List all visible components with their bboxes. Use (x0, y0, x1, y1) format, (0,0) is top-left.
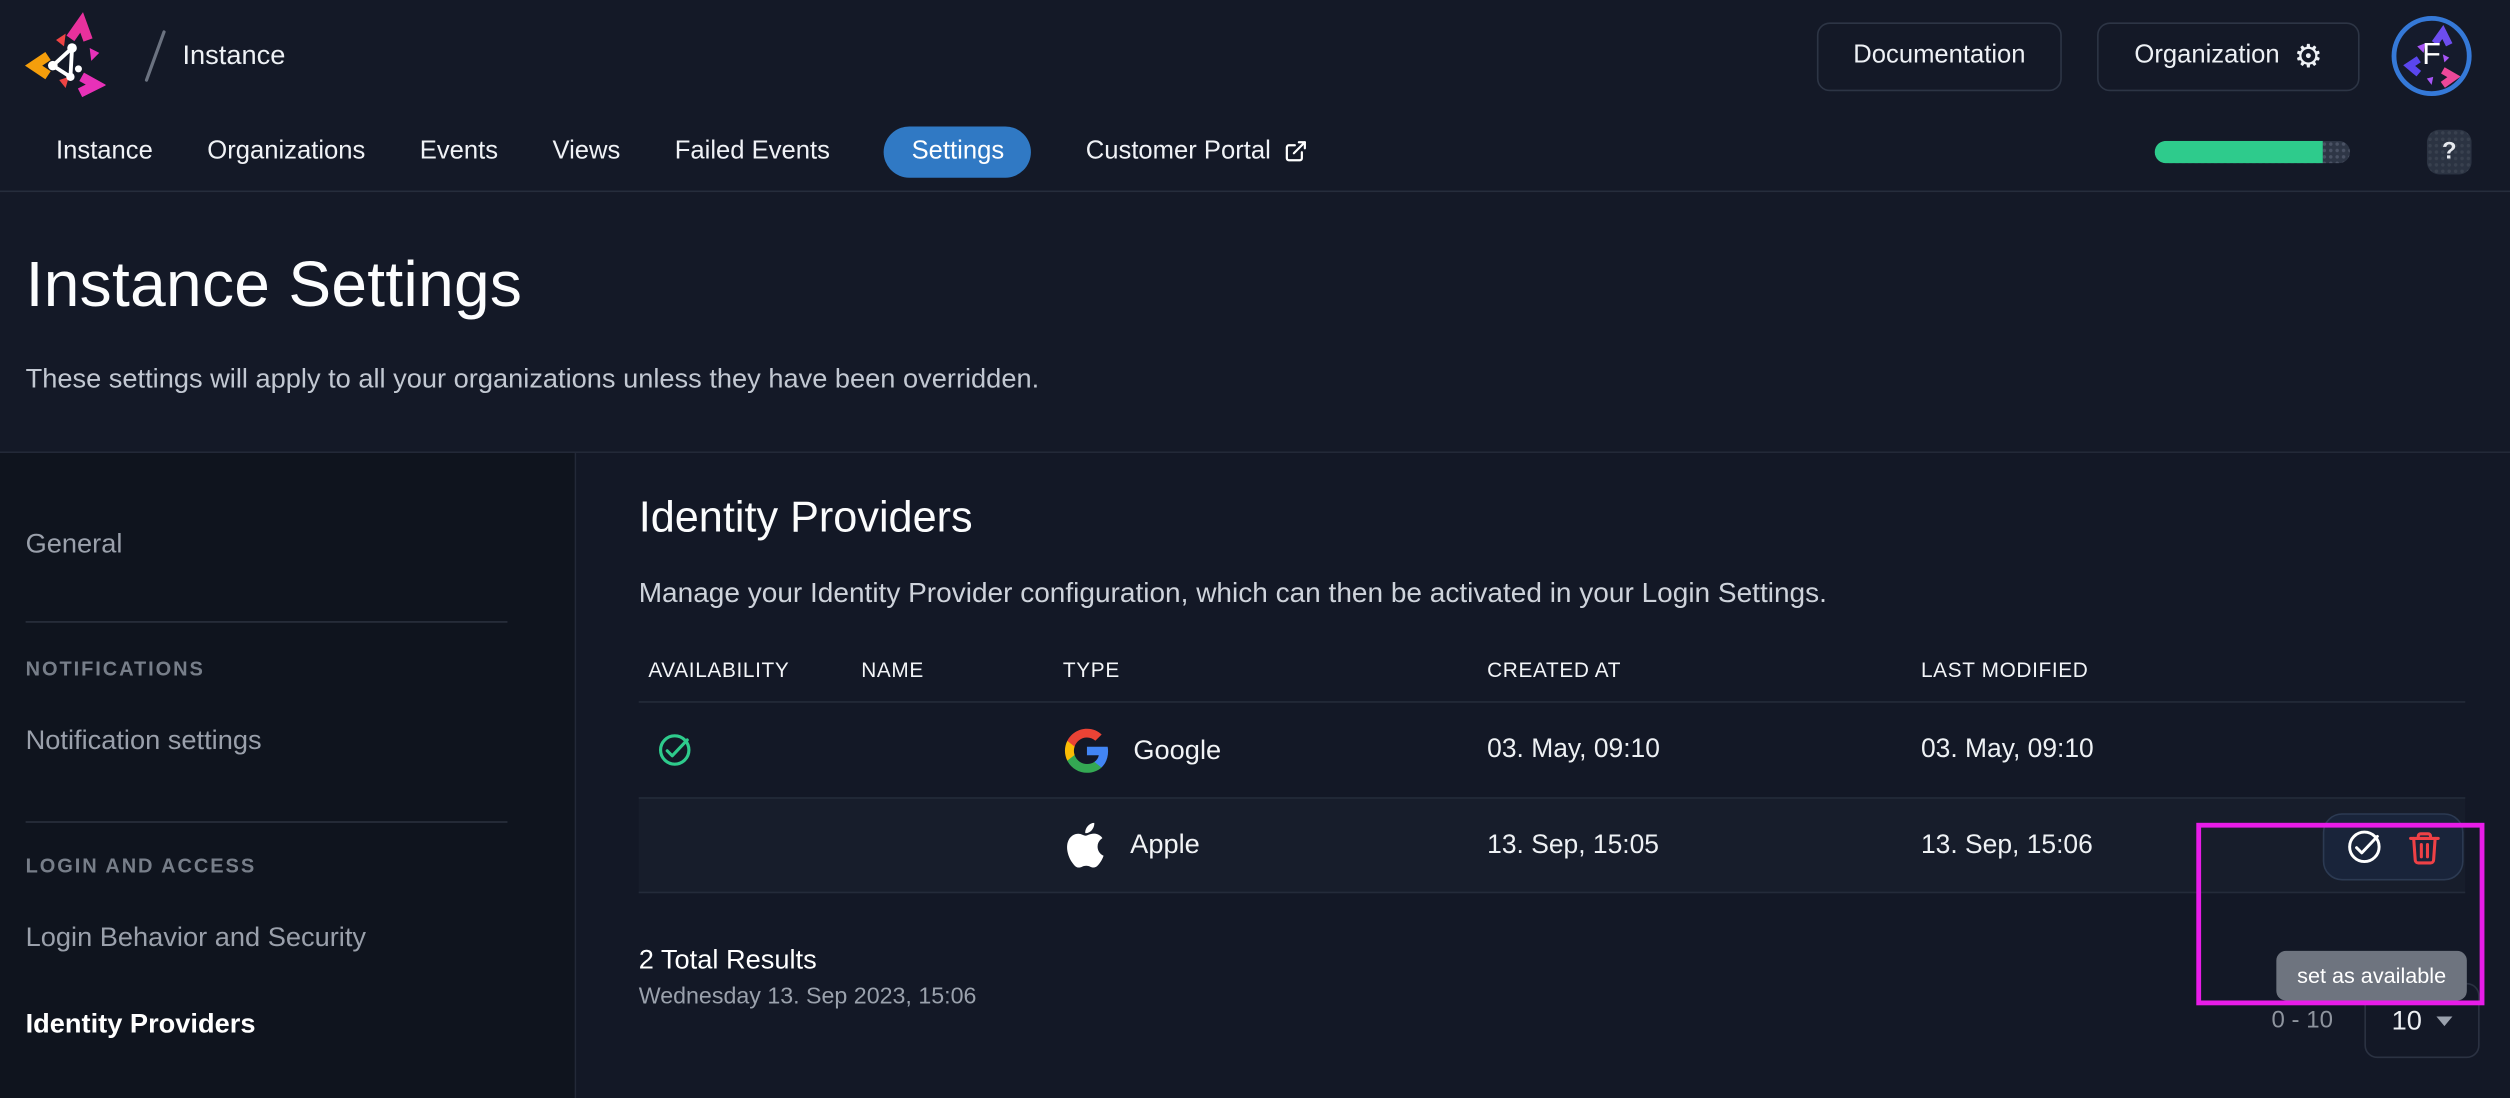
type-cell: Apple (1053, 822, 1477, 868)
section-description: Manage your Identity Provider configurat… (638, 576, 1827, 609)
col-last-modified: LAST MODIFIED (1920, 657, 2089, 682)
tab-customer-portal[interactable]: Customer Portal (1086, 137, 1308, 166)
type-label: Google (1133, 733, 1222, 765)
content-panel: Identity Providers Manage your Identity … (576, 453, 2510, 1098)
tab-settings[interactable]: Settings (884, 125, 1032, 177)
check-circle-icon (2348, 830, 2381, 864)
page-size-value: 10 (2391, 1004, 2422, 1035)
quota-progress-bar (2154, 140, 2350, 163)
sidebar-item-notification-settings[interactable]: Notification settings (26, 725, 549, 757)
results-timestamp: Wednesday 13. Sep 2023, 15:06 (638, 984, 977, 1011)
breadcrumb-separator (144, 29, 167, 83)
delete-provider-button[interactable] (2406, 828, 2443, 865)
table-row-google[interactable]: Google 03. May, 09:10 03. May, 09:10 (638, 701, 2466, 797)
apple-logo-icon (1067, 822, 1104, 868)
external-link-icon (1284, 139, 1308, 163)
sidebar-section-login-access: LOGIN AND ACCESS (25, 854, 257, 878)
col-name: NAME (861, 657, 924, 682)
trash-icon (2409, 831, 2440, 864)
sidebar-divider (25, 621, 508, 623)
set-available-tooltip: set as available (2276, 950, 2467, 1001)
topbar: Instance Documentation Organization ⚙ F (0, 0, 2510, 112)
zitadel-logo-icon[interactable] (22, 11, 106, 101)
col-type: TYPE (1062, 657, 1120, 682)
tab-customer-portal-label: Customer Portal (1085, 136, 1271, 165)
breadcrumb[interactable]: Instance (182, 40, 285, 72)
organization-button[interactable]: Organization ⚙ (2097, 21, 2360, 91)
tab-instance[interactable]: Instance (56, 137, 153, 166)
idp-table: AVAILABILITY NAME TYPE CREATED AT LAST M… (638, 639, 2466, 894)
app-window: Instance Documentation Organization ⚙ F … (0, 0, 2510, 1098)
col-created-at: CREATED AT (1487, 657, 1622, 682)
user-avatar[interactable]: F (2391, 16, 2472, 97)
sidebar-item-identity-providers[interactable]: Identity Providers (26, 1009, 549, 1041)
type-label: Apple (1130, 829, 1200, 860)
table-row-apple[interactable]: Apple 13. Sep, 15:05 13. Sep, 15:06 (638, 797, 2466, 894)
created-at-cell: 13. Sep, 15:05 (1487, 830, 1659, 859)
help-button[interactable]: ? (2426, 128, 2472, 174)
gear-icon: ⚙ (2294, 36, 2323, 76)
sidebar-item-login-behavior[interactable]: Login Behavior and Security (26, 922, 549, 954)
sidebar-divider (25, 821, 508, 823)
total-results: 2 Total Results (638, 944, 817, 975)
tab-views[interactable]: Views (552, 137, 620, 166)
row-actions (2322, 813, 2464, 881)
organization-button-label: Organization (2134, 41, 2280, 69)
documentation-button-label: Documentation (1853, 41, 2026, 69)
availability-check-icon (639, 730, 852, 770)
settings-sidebar: General NOTIFICATIONS Notification setti… (0, 453, 577, 1098)
chevron-down-icon (2436, 1015, 2453, 1026)
col-availability: AVAILABILITY (648, 657, 790, 682)
sidebar-item-general[interactable]: General (26, 528, 549, 560)
sidebar-section-notifications: NOTIFICATIONS (25, 657, 205, 681)
tab-events[interactable]: Events (420, 137, 498, 166)
section-title: Identity Providers (638, 493, 973, 542)
page-title: Instance Settings (25, 249, 523, 321)
page-header: Instance Settings These settings will ap… (0, 192, 2510, 454)
avatar-letter: F (2422, 38, 2441, 73)
quota-progress-fill (2154, 140, 2323, 163)
table-header-row: AVAILABILITY NAME TYPE CREATED AT LAST M… (639, 639, 2466, 701)
tab-organizations[interactable]: Organizations (207, 137, 365, 166)
type-cell: Google (1053, 726, 1477, 774)
page-range-label: 0 - 10 (2271, 1006, 2333, 1035)
tab-failed-events[interactable]: Failed Events (675, 137, 830, 166)
results-summary: 2 Total Results Wednesday 13. Sep 2023, … (639, 944, 2510, 1010)
google-logo-icon (1064, 727, 1109, 772)
main-nav: Instance Organizations Events Views Fail… (0, 112, 2510, 193)
created-at-cell: 03. May, 09:10 (1487, 734, 1660, 764)
set-available-button[interactable] (2344, 826, 2386, 868)
page-subtitle: These settings will apply to all your or… (25, 363, 1040, 394)
documentation-button[interactable]: Documentation (1816, 21, 2063, 91)
last-modified-cell: 03. May, 09:10 (1920, 734, 2094, 764)
